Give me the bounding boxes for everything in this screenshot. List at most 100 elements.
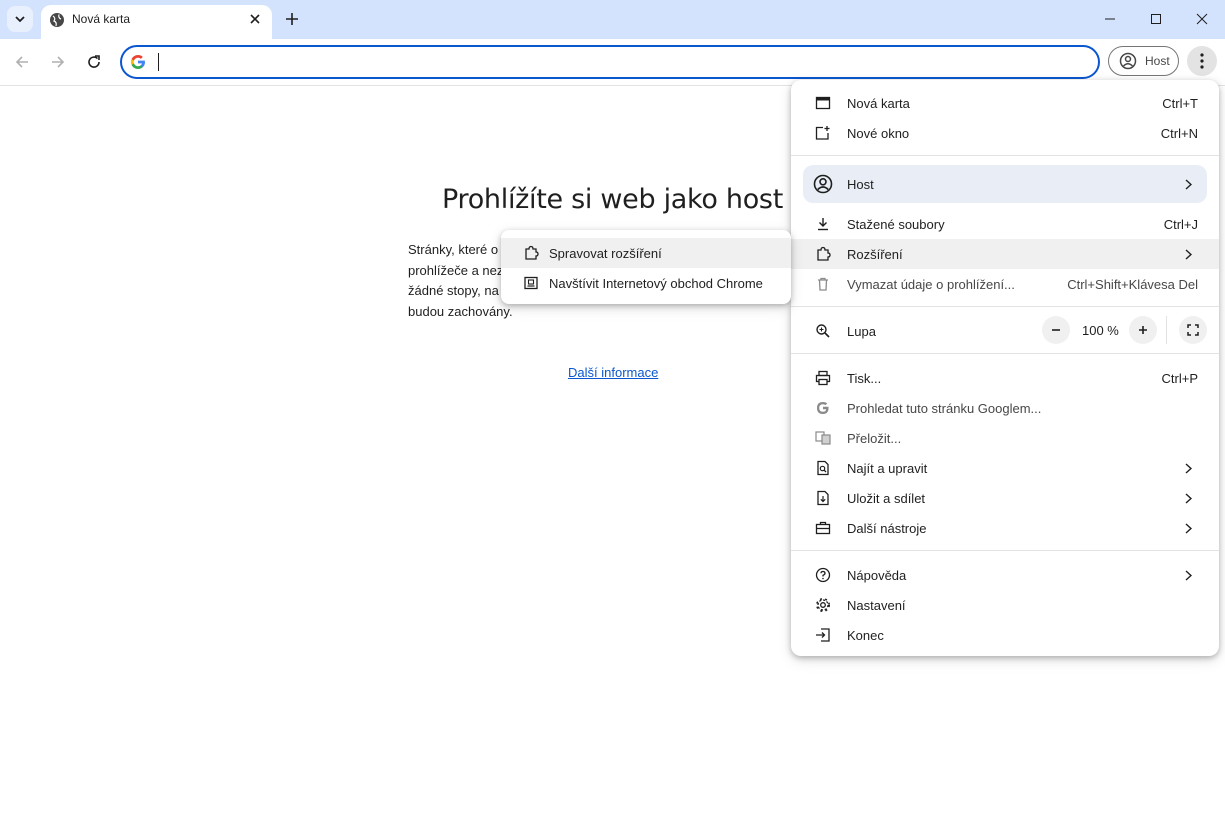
reload-icon (88, 55, 100, 68)
new-tab-icon (815, 95, 831, 111)
minimize-button[interactable] (1087, 0, 1133, 38)
plus-icon (286, 13, 298, 25)
menu-item-label: Konec (847, 628, 884, 643)
menu-item-more-tools[interactable]: Další nástroje (791, 513, 1219, 543)
account-icon (813, 174, 833, 194)
menu-item-label: Nápověda (847, 568, 907, 583)
menu-item-label: Nová karta (847, 96, 910, 111)
save-icon (815, 490, 831, 506)
fullscreen-icon (1187, 324, 1199, 336)
address-input[interactable] (156, 51, 1080, 75)
plus-icon (1139, 326, 1147, 334)
back-icon (15, 56, 28, 68)
menu-item-label: Tisk... (847, 371, 882, 386)
chevron-right-icon (1185, 521, 1195, 535)
menu-item-shortcut: Ctrl+P (1161, 371, 1198, 386)
menu-item-translate[interactable]: Přeložit... (791, 423, 1219, 453)
chevron-right-icon (1185, 461, 1195, 475)
menu-item-label: Nové okno (847, 126, 910, 141)
zoom-divider (1166, 316, 1167, 344)
download-icon (815, 216, 831, 232)
chrome-menu: Nová karta Ctrl+T Nové okno Ctrl+N Host … (791, 80, 1219, 656)
menu-divider (791, 550, 1219, 551)
menu-item-print[interactable]: Tisk... Ctrl+P (791, 363, 1219, 393)
extensions-submenu: Spravovat rozšíření Navštívit Internetov… (501, 230, 791, 304)
chevron-right-icon (1185, 247, 1195, 261)
menu-item-settings[interactable]: Nastavení (791, 590, 1219, 620)
menu-item-shortcut: Ctrl+J (1163, 217, 1198, 232)
google-g-icon (130, 55, 145, 69)
menu-item-downloads[interactable]: Stažené soubory Ctrl+J (791, 209, 1219, 239)
submenu-item-label: Spravovat rozšíření (549, 246, 662, 261)
reload-button[interactable] (81, 49, 107, 75)
menu-item-save-share[interactable]: Uložit a sdílet (791, 483, 1219, 513)
chevron-right-icon (1185, 177, 1195, 191)
menu-item-label: Nastavení (847, 598, 906, 613)
translate-icon (815, 430, 831, 446)
menu-item-search-google[interactable]: Prohledat tuto stránku Googlem... (791, 393, 1219, 423)
help-icon (815, 567, 831, 583)
menu-item-label: Rozšíření (847, 247, 903, 262)
tab-close-button[interactable] (246, 10, 264, 28)
omnibox[interactable] (120, 45, 1100, 79)
menu-item-clear-data[interactable]: Vymazat údaje o prohlížení... Ctrl+Shift… (791, 269, 1219, 299)
close-icon (250, 14, 260, 24)
close-window-button[interactable] (1179, 0, 1225, 38)
globe-icon (50, 13, 64, 27)
new-window-icon (815, 125, 831, 141)
menu-item-shortcut: Ctrl+T (1162, 96, 1198, 111)
new-tab-button[interactable] (280, 7, 304, 31)
magnifier-icon (815, 323, 831, 339)
exit-icon (815, 627, 831, 643)
menu-divider (791, 353, 1219, 354)
tab-title: Nová karta (72, 12, 131, 26)
menu-item-label: Přeložit... (847, 431, 902, 446)
menu-item-help[interactable]: Nápověda (791, 560, 1219, 590)
learn-more-link[interactable]: Další informace (568, 365, 658, 380)
zoom-out-button[interactable] (1042, 316, 1070, 344)
back-button[interactable] (9, 49, 35, 75)
chrome-menu-button[interactable] (1187, 46, 1217, 76)
menu-item-label: Host (847, 177, 874, 192)
menu-item-label: Najít a upravit (847, 461, 928, 476)
briefcase-icon (815, 520, 831, 536)
submenu-item-manage-extensions[interactable]: Spravovat rozšíření (501, 238, 791, 268)
puzzle-icon (523, 245, 539, 261)
title-bar: Nová karta (0, 0, 1225, 39)
find-icon (815, 460, 831, 476)
chevron-right-icon (1185, 568, 1195, 582)
forward-button[interactable] (45, 49, 71, 75)
forward-icon (52, 56, 65, 68)
minus-icon (1052, 329, 1060, 331)
menu-item-new-window[interactable]: Nové okno Ctrl+N (791, 118, 1219, 148)
text-caret (158, 53, 159, 71)
gear-icon (815, 597, 831, 613)
menu-item-shortcut: Ctrl+Shift+Klávesa Del (1067, 277, 1198, 292)
submenu-item-label: Navštívit Internetový obchod Chrome (549, 276, 763, 291)
menu-item-label: Uložit a sdílet (847, 491, 926, 506)
menu-item-find-edit[interactable]: Najít a upravit (791, 453, 1219, 483)
tab-search-button[interactable] (7, 6, 33, 32)
google-g-icon (815, 400, 831, 416)
tab-active[interactable]: Nová karta (41, 5, 272, 39)
chevron-right-icon (1185, 491, 1195, 505)
menu-item-new-tab[interactable]: Nová karta Ctrl+T (791, 88, 1219, 118)
account-icon (1119, 52, 1137, 70)
puzzle-icon (815, 246, 831, 262)
fullscreen-button[interactable] (1179, 316, 1207, 344)
printer-icon (815, 370, 831, 386)
menu-item-label: Vymazat údaje o prohlížení... (847, 277, 1015, 292)
menu-divider (791, 155, 1219, 156)
description-line: budou zachovány. (408, 303, 513, 319)
menu-item-extensions[interactable]: Rozšíření (791, 239, 1219, 269)
toolbar: Host (0, 39, 1225, 86)
maximize-button[interactable] (1133, 0, 1179, 38)
zoom-in-button[interactable] (1129, 316, 1157, 344)
submenu-item-web-store[interactable]: Navštívit Internetový obchod Chrome (501, 268, 791, 298)
menu-item-exit[interactable]: Konec (791, 620, 1219, 650)
zoom-level: 100 % (1082, 323, 1119, 338)
menu-item-host[interactable]: Host (803, 165, 1207, 203)
menu-item-label: Další nástroje (847, 521, 927, 536)
profile-button[interactable]: Host (1108, 46, 1179, 76)
menu-item-label: Lupa (847, 324, 876, 339)
